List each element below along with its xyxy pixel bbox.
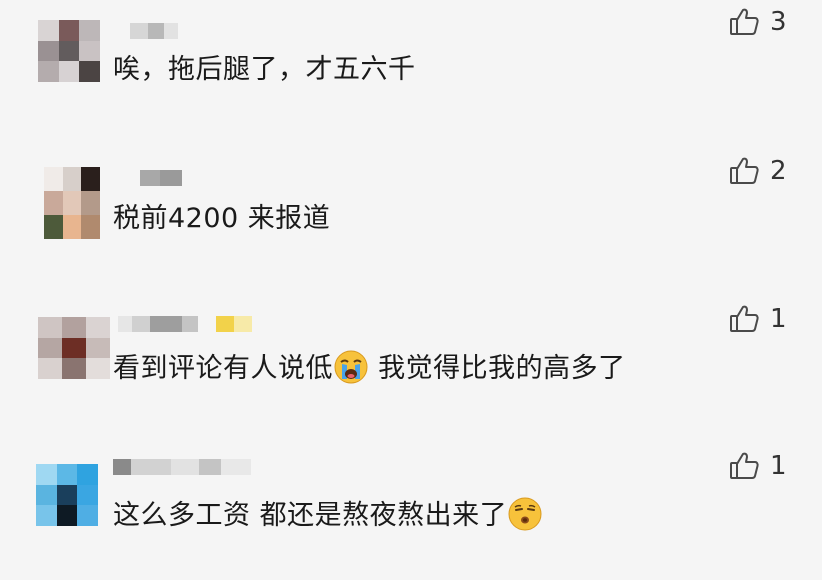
username-blurred[interactable] bbox=[140, 167, 182, 189]
like-count: 1 bbox=[770, 451, 787, 481]
comment-item: 税前4200 来报道 2 bbox=[0, 145, 822, 285]
like-button[interactable]: 1 bbox=[728, 301, 787, 337]
crying-face-icon bbox=[334, 350, 368, 384]
like-button[interactable]: 3 bbox=[728, 4, 787, 40]
like-count: 2 bbox=[770, 156, 787, 186]
thumbs-up-icon bbox=[730, 157, 759, 184]
like-count: 3 bbox=[770, 7, 787, 37]
like-count: 1 bbox=[770, 304, 787, 334]
comment-text: 看到评论有人说低 我觉得比我的高多了 bbox=[113, 349, 626, 387]
thumbs-up-icon bbox=[730, 452, 759, 479]
comment-text: 这么多工资 都还是熬夜熬出来了 bbox=[113, 496, 543, 534]
thumbs-up-icon bbox=[730, 305, 759, 332]
avatar[interactable] bbox=[38, 317, 110, 379]
comment-text-part: 这么多工资 都还是熬夜熬出来了 bbox=[113, 500, 508, 531]
comment-item: 这么多工资 都还是熬夜熬出来了 1 bbox=[0, 440, 822, 580]
avatar[interactable] bbox=[44, 167, 100, 239]
username-blurred[interactable] bbox=[113, 456, 251, 478]
comment-item: 唉，拖后腿了，才五六千 3 bbox=[0, 0, 822, 140]
kissing-face-icon bbox=[508, 497, 542, 531]
comment-text: 税前4200 来报道 bbox=[113, 203, 331, 234]
comment-text-part: 我觉得比我的高多了 bbox=[369, 353, 626, 384]
thumbs-up-icon bbox=[730, 8, 759, 35]
username-blurred[interactable] bbox=[118, 313, 252, 335]
comment-item: 看到评论有人说低 我觉得比我的高多了 1 bbox=[0, 293, 822, 433]
like-button[interactable]: 2 bbox=[728, 153, 787, 189]
comment-text: 唉，拖后腿了，才五六千 bbox=[113, 54, 416, 85]
avatar[interactable] bbox=[38, 20, 100, 82]
username-blurred[interactable] bbox=[130, 20, 178, 42]
avatar[interactable] bbox=[36, 464, 98, 526]
comment-text-part: 看到评论有人说低 bbox=[113, 353, 333, 384]
like-button[interactable]: 1 bbox=[728, 448, 787, 484]
